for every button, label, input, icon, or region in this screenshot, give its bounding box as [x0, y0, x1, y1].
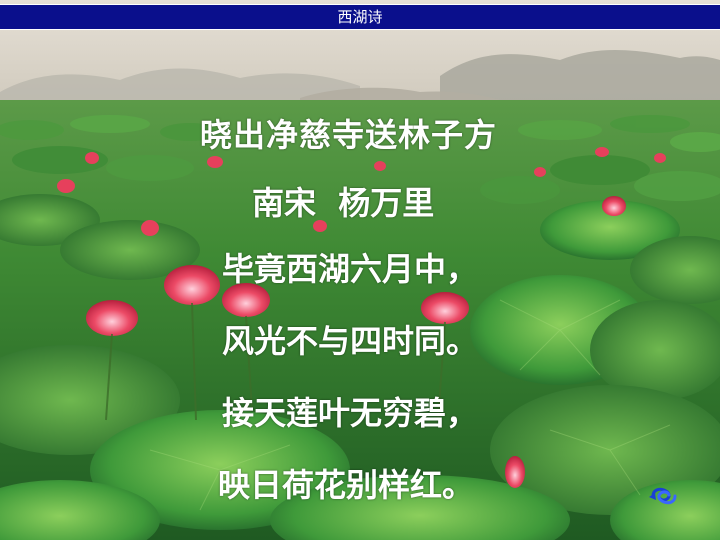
- slide: 西湖诗 晓出净慈寺送林子方 南宋 杨万里 毕竟西湖六月中， 风光不与四时同。 接…: [0, 0, 720, 540]
- return-arrow-icon: [649, 487, 677, 505]
- poem-title: 晓出净慈寺送林子方: [200, 116, 498, 154]
- poem-author: 南宋 杨万里: [252, 184, 435, 222]
- poem-line: 风光不与四时同。: [222, 322, 479, 360]
- poem-line: 接天莲叶无穷碧，: [222, 394, 479, 432]
- poem-line: 毕竟西湖六月中，: [222, 250, 479, 288]
- poem: 晓出净慈寺送林子方 南宋 杨万里 毕竟西湖六月中， 风光不与四时同。 接天莲叶无…: [0, 0, 720, 540]
- poem-line: 映日荷花别样红。: [218, 466, 475, 504]
- return-button[interactable]: [647, 485, 681, 507]
